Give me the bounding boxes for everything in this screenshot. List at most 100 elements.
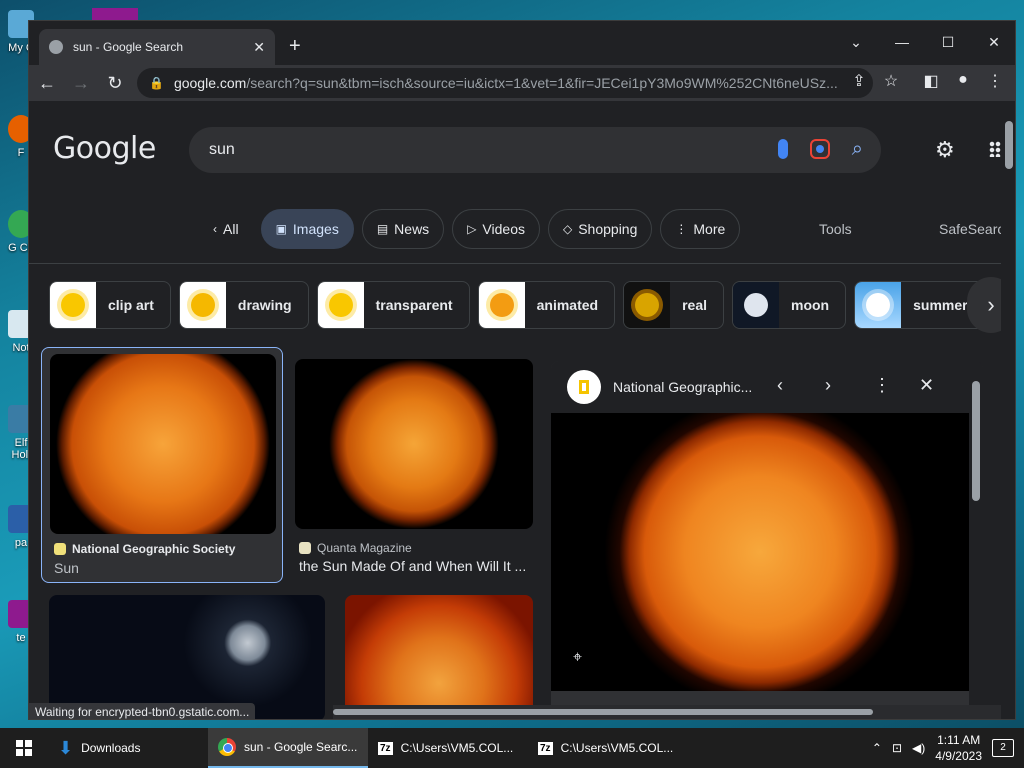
minimize-button[interactable]: — [879,27,925,57]
apps-grid-icon[interactable] [989,141,1001,157]
chip-thumbnail [179,282,226,328]
search-icon[interactable]: ⌕ [852,139,863,159]
tab-news[interactable]: ▤ News [361,209,445,249]
result-image[interactable] [295,359,533,529]
network-icon[interactable]: ⊡ [892,741,902,755]
horizontal-scrollbar[interactable] [333,705,1001,719]
taskbar-item-chrome[interactable]: sun - Google Searc... [208,728,368,768]
chip-thumbnail [855,282,902,328]
image-result[interactable]: National Geographic Society Sun [41,347,283,583]
chip-summer[interactable]: summer [854,281,985,329]
chevron-up-icon[interactable]: ⌃ [872,741,882,755]
tag-icon: ◇ [562,222,573,236]
microphone-icon[interactable] [777,139,788,159]
tools-button[interactable]: Tools [819,221,852,237]
gear-icon[interactable]: ⚙ [935,137,955,163]
chip-moon[interactable]: moon [732,281,847,329]
chip-real[interactable]: real [623,281,724,329]
more-vert-icon: ⋮ [675,222,688,236]
new-tab-button[interactable]: + [289,35,301,58]
back-button[interactable]: ← [31,67,63,99]
tab-all[interactable]: ‹ All [199,209,253,249]
lens-search-icon[interactable]: ⌖ [573,649,582,667]
news-icon: ▤ [376,222,389,236]
result-source[interactable]: National Geographic Society [54,542,235,556]
video-icon: ▷ [467,222,477,236]
taskbar-item-downloads[interactable]: ⬇ Downloads [48,728,208,768]
search-results-page: Google sun ⌕ ⚙ ‹ All ▣ Images ▤ News ▷ V… [29,101,1001,719]
safesearch-button[interactable]: SafeSearch [939,221,1001,237]
7zip-icon: 7z [538,741,553,755]
url-host: google.com [173,75,247,91]
volume-icon[interactable]: ◀) [912,741,925,755]
tab-videos[interactable]: ▷ Videos [452,209,540,249]
chevron-right-icon[interactable]: › [825,375,831,396]
chip-drawing[interactable]: drawing [178,281,309,329]
image-result[interactable] [345,595,533,719]
bookmark-star-icon[interactable]: ☆ [879,71,903,91]
download-arrow-icon: ⬇ [58,737,74,758]
tab-shopping[interactable]: ◇ Shopping [547,209,653,249]
divider [29,263,1001,264]
preview-image[interactable]: ⌖ [551,413,969,691]
tab-more[interactable]: ⋮ More [660,209,741,249]
taskbar-item-7zip[interactable]: 7z C:\Users\VM5.COL... [368,728,528,768]
site-favicon [299,542,311,554]
chip-thumbnail [624,282,671,328]
result-title[interactable]: Sun [54,560,79,576]
more-vert-icon[interactable]: ⋮ [873,375,891,396]
7zip-icon: 7z [378,741,393,755]
url-path: /search?q=sun&tbm=isch&source=iu&ictx=1&… [246,75,838,91]
clock[interactable]: 1:11 AM 4/9/2023 [935,732,982,764]
address-bar[interactable]: 🔒 google.com /search?q=sun&tbm=isch&sour… [137,68,873,98]
start-button[interactable] [0,728,48,768]
close-tab-icon[interactable]: ✕ [253,39,265,56]
tab-images[interactable]: ▣ Images [260,209,354,249]
browser-window: sun - Google Search ✕ + ⌄ — ☐ ✕ ← → ↻ 🔒 … [28,20,1016,720]
forward-button[interactable]: → [65,67,97,99]
search-tabs: ‹ All ▣ Images ▤ News ▷ Videos ◇ Shoppin… [199,209,741,249]
side-panel-icon[interactable]: ◧ [919,71,943,91]
scrollbar-thumb[interactable] [333,709,873,715]
lock-icon: 🔒 [149,76,164,90]
search-input[interactable]: sun ⌕ [189,127,881,173]
menu-icon[interactable]: ⋮ [983,71,1007,91]
image-preview-panel: National Geographic... ‹ › ⋮ ✕ ⌖ [551,361,983,719]
chip-transparent[interactable]: transparent [316,281,470,329]
preview-scrollbar[interactable] [969,361,983,719]
chip-animated[interactable]: animated [477,281,616,329]
national-geographic-logo [567,370,601,404]
result-image[interactable] [345,595,533,719]
close-icon[interactable]: ✕ [919,375,934,396]
globe-icon [49,40,63,54]
image-result[interactable] [49,595,325,719]
site-favicon [54,543,66,555]
google-logo[interactable]: Google [53,131,156,166]
page-scrollbar[interactable] [1001,101,1015,719]
scrollbar-thumb[interactable] [1005,121,1013,169]
result-title[interactable]: the Sun Made Of and When Will It ... [299,558,526,574]
chevron-left-icon[interactable]: ‹ [777,375,783,396]
result-image[interactable] [49,595,325,719]
chip-clip-art[interactable]: clip art [49,281,171,329]
google-lens-icon[interactable] [809,139,830,159]
taskbar-item-7zip[interactable]: 7z C:\Users\VM5.COL... [528,728,688,768]
profile-icon[interactable]: ● [951,71,975,89]
reload-button[interactable]: ↻ [99,67,131,99]
related-searches: clip art drawing transparent animated re… [49,281,985,329]
share-icon[interactable]: ⇪ [847,71,871,91]
maximize-button[interactable]: ☐ [925,27,971,57]
chrome-icon [218,738,236,756]
scrollbar-thumb[interactable] [972,381,980,501]
chevron-left-icon: ‹ [213,222,217,236]
notification-icon[interactable]: 2 [992,739,1014,757]
browser-tab[interactable]: sun - Google Search ✕ [39,29,275,65]
chevron-right-icon[interactable]: › [967,277,1001,333]
result-image[interactable] [50,354,276,534]
result-source[interactable]: Quanta Magazine [299,541,412,555]
preview-source[interactable]: National Geographic... [613,379,763,395]
close-window-button[interactable]: ✕ [971,27,1015,57]
image-icon: ▣ [275,222,287,236]
tab-search-icon[interactable]: ⌄ [833,27,879,57]
image-result[interactable]: Quanta Magazine the Sun Made Of and When… [295,359,533,579]
